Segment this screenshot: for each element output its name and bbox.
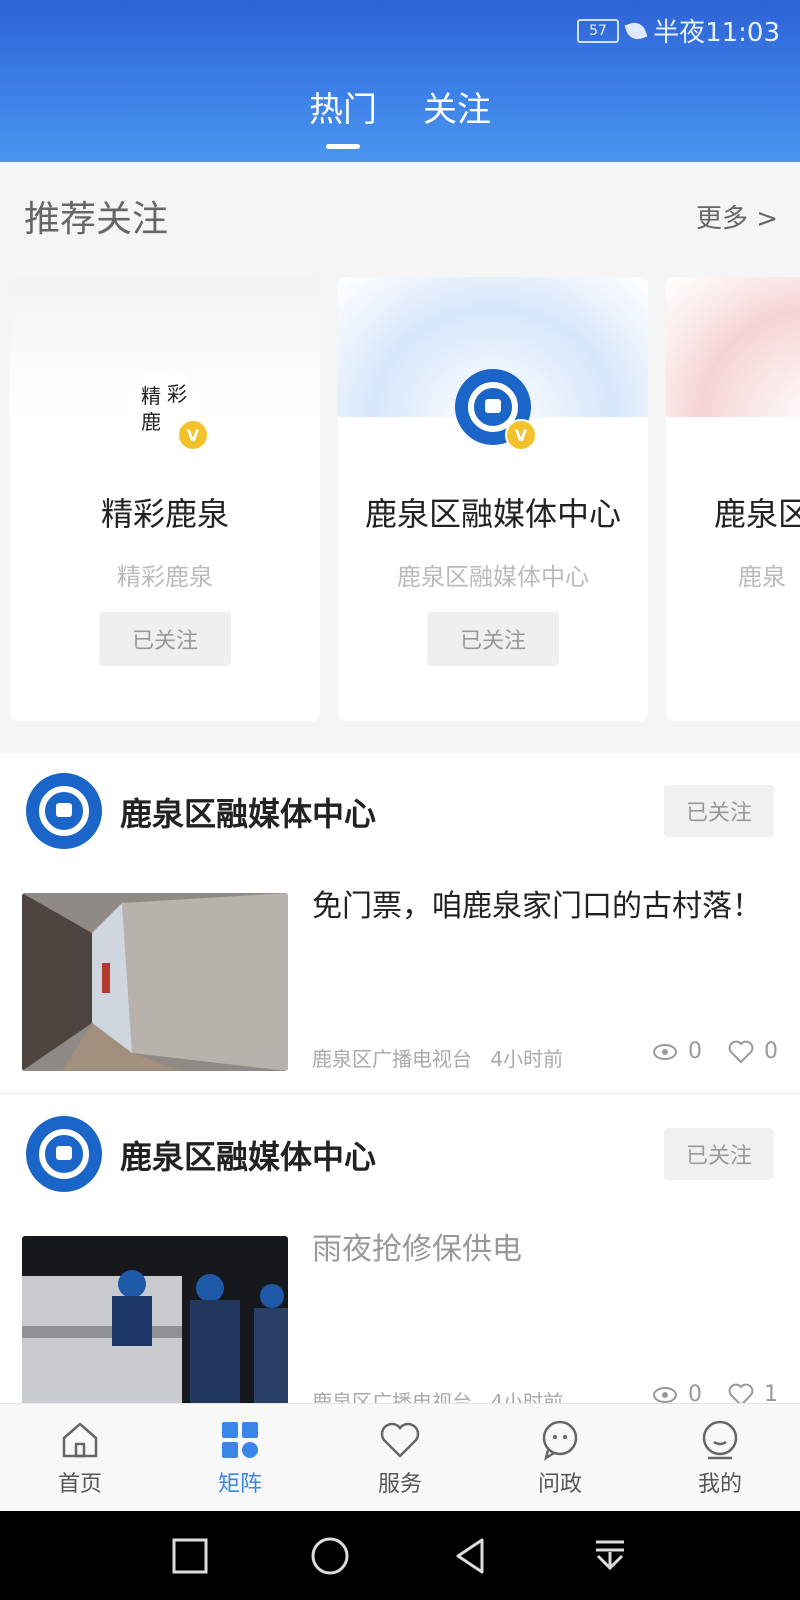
publisher: 鹿泉区广播电视台 xyxy=(312,1390,472,1403)
post-time: 4小时前 xyxy=(490,1047,564,1071)
post-thumbnail[interactable] xyxy=(22,1236,288,1403)
like-count: 1 xyxy=(764,1382,778,1403)
card-subtitle: 鹿泉区融媒体中心 xyxy=(397,563,589,591)
recommend-title: 推荐关注 xyxy=(24,199,169,240)
nav-label: 矩阵 xyxy=(217,1472,262,1497)
verified-badge: V xyxy=(177,419,209,451)
home-icon xyxy=(62,1422,98,1458)
followed-button[interactable]: 已关注 xyxy=(99,612,231,666)
media-center-logo-icon xyxy=(39,1129,89,1179)
profile-icon xyxy=(702,1420,738,1460)
more-link[interactable]: 更多 > xyxy=(696,198,778,235)
source-avatar[interactable] xyxy=(26,773,102,849)
status-bar: 57 半夜11:03 xyxy=(577,12,780,49)
eye-icon xyxy=(653,1043,677,1060)
verified-badge: V xyxy=(505,419,537,451)
nav-label: 服务 xyxy=(377,1472,422,1497)
post-title[interactable]: 免门票，咱鹿泉家门口的古村落！ xyxy=(312,885,772,929)
battery-level: 57 xyxy=(589,22,607,39)
post-time: 4小时前 xyxy=(490,1390,564,1403)
heart-icon xyxy=(380,1422,420,1458)
nav-label: 我的 xyxy=(697,1472,742,1497)
view-count: 0 xyxy=(688,1382,702,1403)
card-name: 鹿泉区 xyxy=(714,495,800,533)
card-subtitle: 精彩鹿泉 xyxy=(117,563,213,591)
system-nav-bar xyxy=(0,1511,800,1600)
bottom-nav: 首页 矩阵 服务 问政 我的 xyxy=(0,1403,800,1512)
post-meta: 鹿泉区广播电视台 4小时前 xyxy=(312,1043,563,1072)
back-icon[interactable] xyxy=(450,1536,490,1576)
post-thumbnail[interactable] xyxy=(22,893,288,1071)
repair-workers-image xyxy=(22,1236,288,1403)
feed-post[interactable]: 鹿泉区融媒体中心 已关注 免门票，咱鹿泉家门口的古村落！ 鹿泉区广播电视台 4小… xyxy=(0,753,800,1094)
card-background xyxy=(666,277,800,417)
recommend-card[interactable]: 鹿泉区 鹿泉 + xyxy=(666,277,800,721)
nav-label: 问政 xyxy=(537,1472,582,1497)
nav-mine[interactable]: 我的 xyxy=(640,1404,800,1512)
tab-follow[interactable]: 关注 xyxy=(423,82,491,149)
source-name[interactable]: 鹿泉区融媒体中心 xyxy=(120,1132,376,1178)
followed-button[interactable]: 已关注 xyxy=(664,785,774,837)
post-stats: 0 1 xyxy=(652,1382,778,1403)
recommend-card[interactable]: 精 彩 鹿 V 精彩鹿泉 精彩鹿泉 已关注 xyxy=(10,277,320,721)
media-center-logo-icon xyxy=(39,786,89,836)
status-time: 半夜11:03 xyxy=(653,18,780,48)
post-meta: 鹿泉区广播电视台 4小时前 xyxy=(312,1386,563,1403)
view-count: 0 xyxy=(688,1039,702,1064)
recommend-cards[interactable]: 精 彩 鹿 V 精彩鹿泉 精彩鹿泉 已关注 V 鹿泉区融媒体中心 鹿泉区融媒体中… xyxy=(10,277,800,721)
nav-matrix[interactable]: 矩阵 xyxy=(160,1404,320,1512)
like-icon[interactable] xyxy=(728,1383,754,1404)
card-subtitle: 鹿泉 xyxy=(738,563,786,591)
source-name[interactable]: 鹿泉区融媒体中心 xyxy=(120,789,376,835)
post-stats: 0 0 xyxy=(652,1039,778,1064)
grid-icon xyxy=(222,1422,258,1458)
followed-button[interactable]: 已关注 xyxy=(664,1128,774,1180)
avatar: V xyxy=(455,369,537,451)
followed-button[interactable]: 已关注 xyxy=(427,612,559,666)
feed-post[interactable]: 鹿泉区融媒体中心 已关注 雨夜抢修保供电 鹿泉区广播电视台 4小时前 0 1 xyxy=(0,1096,800,1403)
battery-icon: 57 xyxy=(577,18,620,43)
nav-label: 首页 xyxy=(57,1472,102,1497)
news-feed[interactable]: 鹿泉区融媒体中心 已关注 免门票，咱鹿泉家门口的古村落！ 鹿泉区广播电视台 4小… xyxy=(0,753,800,1403)
chat-icon xyxy=(542,1420,578,1461)
card-name: 精彩鹿泉 xyxy=(100,495,229,533)
home-circle-icon[interactable] xyxy=(310,1536,350,1576)
top-tabs: 热门 关注 xyxy=(0,82,800,149)
card-name: 鹿泉区融媒体中心 xyxy=(364,495,621,533)
top-header: 57 半夜11:03 热门 关注 xyxy=(0,0,800,162)
avatar: 精 彩 鹿 V xyxy=(127,369,209,451)
source-avatar[interactable] xyxy=(26,1116,102,1192)
tab-hot[interactable]: 热门 xyxy=(309,82,377,149)
village-alley-image xyxy=(22,893,288,1071)
like-icon[interactable] xyxy=(728,1040,754,1064)
eye-icon xyxy=(653,1386,677,1403)
leaf-icon xyxy=(624,18,648,43)
nav-inquiry[interactable]: 问政 xyxy=(480,1404,640,1512)
notification-drawer-icon[interactable] xyxy=(590,1536,630,1576)
nav-home[interactable]: 首页 xyxy=(0,1404,160,1512)
like-count: 0 xyxy=(764,1039,778,1064)
svg-text:鹿: 鹿 xyxy=(141,410,161,434)
publisher: 鹿泉区广播电视台 xyxy=(312,1047,472,1071)
svg-text:彩: 彩 xyxy=(167,382,187,406)
recommend-card[interactable]: V 鹿泉区融媒体中心 鹿泉区融媒体中心 已关注 xyxy=(338,277,648,721)
nav-service[interactable]: 服务 xyxy=(320,1404,480,1512)
post-title[interactable]: 雨夜抢修保供电 xyxy=(312,1228,772,1272)
svg-text:精: 精 xyxy=(141,384,161,408)
recent-apps-icon[interactable] xyxy=(170,1536,210,1576)
